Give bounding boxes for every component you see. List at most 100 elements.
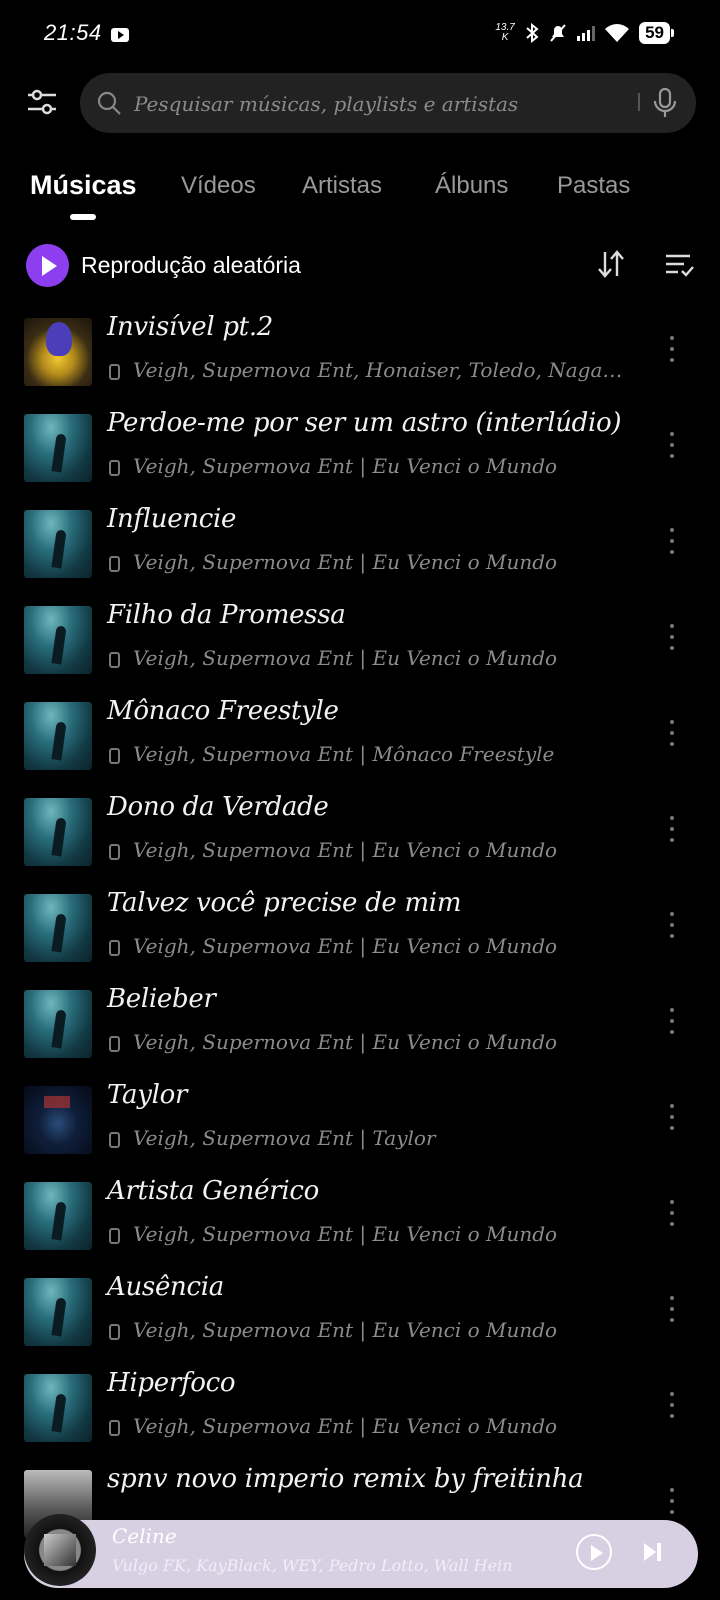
- more-options-icon[interactable]: [668, 1392, 676, 1424]
- play-button[interactable]: [576, 1534, 612, 1570]
- song-artists-album: Veigh, Supernova Ent | Eu Venci o Mundo: [133, 1318, 558, 1342]
- more-options-icon[interactable]: [668, 816, 676, 848]
- song-row[interactable]: Influencie Veigh, Supernova Ent | Eu Venc…: [0, 504, 720, 606]
- song-row[interactable]: Filho da Promessa Veigh, Supernova Ent | …: [0, 600, 720, 702]
- local-file-icon: [109, 460, 120, 476]
- more-options-icon[interactable]: [668, 1488, 676, 1520]
- album-art: [24, 1278, 92, 1346]
- local-file-icon: [109, 364, 120, 380]
- album-art: [24, 318, 92, 386]
- album-art: [24, 1086, 92, 1154]
- song-row[interactable]: Invisível pt.2 Veigh, Supernova Ent, Hona…: [0, 312, 720, 414]
- song-artists-album: Veigh, Supernova Ent | Eu Venci o Mundo: [133, 1030, 558, 1054]
- song-row[interactable]: Dono da Verdade Veigh, Supernova Ent | Eu…: [0, 792, 720, 894]
- song-row[interactable]: Mônaco Freestyle Veigh, Supernova Ent | M…: [0, 696, 720, 798]
- song-row[interactable]: Hiperfoco Veigh, Supernova Ent | Eu Venci…: [0, 1368, 720, 1470]
- song-artists-album: Veigh, Supernova Ent | Eu Venci o Mundo: [133, 1414, 558, 1438]
- song-subtitle: Veigh, Supernova Ent | Eu Venci o Mundo: [107, 454, 627, 478]
- local-file-icon: [109, 748, 120, 764]
- search-bar[interactable]: [80, 73, 696, 133]
- more-options-icon[interactable]: [668, 432, 676, 464]
- more-options-icon[interactable]: [668, 1200, 676, 1232]
- song-subtitle: Veigh, Supernova Ent | Eu Venci o Mundo: [107, 646, 627, 670]
- wifi-icon: [605, 24, 630, 42]
- more-options-icon[interactable]: [668, 912, 676, 944]
- song-row[interactable]: Taylor Veigh, Supernova Ent | Taylor: [0, 1080, 720, 1182]
- active-tab-indicator: [70, 214, 96, 220]
- song-artists-album: Veigh, Supernova Ent | Eu Venci o Mundo: [133, 646, 558, 670]
- song-artists-album: Veigh, Supernova Ent, Honaiser, Toledo, …: [133, 358, 627, 382]
- song-title: Hiperfoco: [107, 1368, 236, 1398]
- now-playing-album-art: [24, 1514, 96, 1586]
- local-file-icon: [109, 1228, 120, 1244]
- search-icon: [97, 91, 121, 115]
- search-input[interactable]: [132, 83, 606, 125]
- more-options-icon[interactable]: [668, 720, 676, 752]
- song-subtitle: Veigh, Supernova Ent | Mônaco Freestyle: [107, 742, 627, 766]
- album-art: [24, 414, 92, 482]
- song-title: Mônaco Freestyle: [107, 696, 339, 726]
- song-artists-album: Veigh, Supernova Ent | Eu Venci o Mundo: [133, 934, 558, 958]
- search-divider: [638, 93, 640, 111]
- song-artists-album: Veigh, Supernova Ent | Mônaco Freestyle: [133, 742, 555, 766]
- local-file-icon: [109, 940, 120, 956]
- song-subtitle: Veigh, Supernova Ent | Eu Venci o Mundo: [107, 1318, 627, 1342]
- song-title: Filho da Promessa: [107, 600, 346, 630]
- album-art: [24, 702, 92, 770]
- tab-musicas[interactable]: Músicas: [30, 170, 137, 201]
- more-options-icon[interactable]: [668, 336, 676, 368]
- mini-player[interactable]: Celine Vulgo FK, KayBlack, WEY, Pedro Lo…: [24, 1514, 698, 1588]
- now-playing-title: Celine: [112, 1524, 177, 1548]
- bell-muted-icon: [550, 24, 566, 42]
- status-bar: 21:54 13.7 K 59: [0, 0, 720, 64]
- song-title: Ausência: [107, 1272, 224, 1302]
- song-row[interactable]: Talvez você precise de mim Veigh, Superno…: [0, 888, 720, 990]
- local-file-icon: [109, 1324, 120, 1340]
- song-title: Influencie: [107, 504, 237, 534]
- song-row[interactable]: Perdoe-me por ser um astro (interlúdio) V…: [0, 408, 720, 510]
- more-options-icon[interactable]: [668, 528, 676, 560]
- youtube-notification-icon: [111, 28, 129, 42]
- song-title: spnv novo imperio remix by freitinha: [107, 1464, 584, 1494]
- more-options-icon[interactable]: [668, 624, 676, 656]
- shuffle-play-button[interactable]: Reprodução aleatória: [26, 243, 301, 287]
- tab-albuns[interactable]: Álbuns: [435, 172, 508, 200]
- album-art: [24, 1374, 92, 1442]
- song-title: Invisível pt.2: [107, 312, 274, 342]
- filter-settings-icon[interactable]: [26, 86, 58, 118]
- song-row[interactable]: Belieber Veigh, Supernova Ent | Eu Venci …: [0, 984, 720, 1086]
- network-speed-unit: K: [501, 32, 509, 43]
- more-options-icon[interactable]: [668, 1104, 676, 1136]
- tab-pastas[interactable]: Pastas: [557, 172, 630, 200]
- song-subtitle: Veigh, Supernova Ent | Eu Venci o Mundo: [107, 1030, 627, 1054]
- local-file-icon: [109, 556, 120, 572]
- tab-bar: Músicas Vídeos Artistas Álbuns Pastas: [30, 170, 700, 222]
- song-row[interactable]: Artista Genérico Veigh, Supernova Ent | E…: [0, 1176, 720, 1278]
- local-file-icon: [109, 1036, 120, 1052]
- song-title: Belieber: [107, 984, 216, 1014]
- more-options-icon[interactable]: [668, 1008, 676, 1040]
- now-playing-artists: Vulgo FK, KayBlack, WEY, Pedro Lotto, Wa…: [112, 1556, 513, 1575]
- local-file-icon: [109, 652, 120, 668]
- song-artists-album: Veigh, Supernova Ent | Eu Venci o Mundo: [133, 550, 558, 574]
- multi-select-list-icon[interactable]: [664, 250, 694, 280]
- more-options-icon[interactable]: [668, 1296, 676, 1328]
- song-artists-album: Veigh, Supernova Ent | Eu Venci o Mundo: [133, 454, 558, 478]
- album-art: [24, 798, 92, 866]
- battery-indicator: 59: [639, 22, 674, 44]
- tab-videos[interactable]: Vídeos: [181, 172, 256, 200]
- local-file-icon: [109, 1420, 120, 1436]
- song-title: Artista Genérico: [107, 1176, 319, 1206]
- album-art: [24, 1182, 92, 1250]
- sort-icon[interactable]: [596, 248, 626, 280]
- cell-signal-icon: [577, 25, 596, 41]
- song-row[interactable]: Ausência Veigh, Supernova Ent | Eu Venci …: [0, 1272, 720, 1374]
- song-artists-album: Veigh, Supernova Ent | Eu Venci o Mundo: [133, 838, 558, 862]
- local-file-icon: [109, 1132, 120, 1148]
- network-speed: 13.7 K: [494, 23, 516, 43]
- tab-artistas[interactable]: Artistas: [302, 172, 382, 200]
- skip-next-button[interactable]: [642, 1542, 664, 1562]
- microphone-icon[interactable]: [652, 87, 678, 119]
- song-subtitle: Veigh, Supernova Ent | Eu Venci o Mundo: [107, 934, 627, 958]
- play-icon: [26, 243, 69, 287]
